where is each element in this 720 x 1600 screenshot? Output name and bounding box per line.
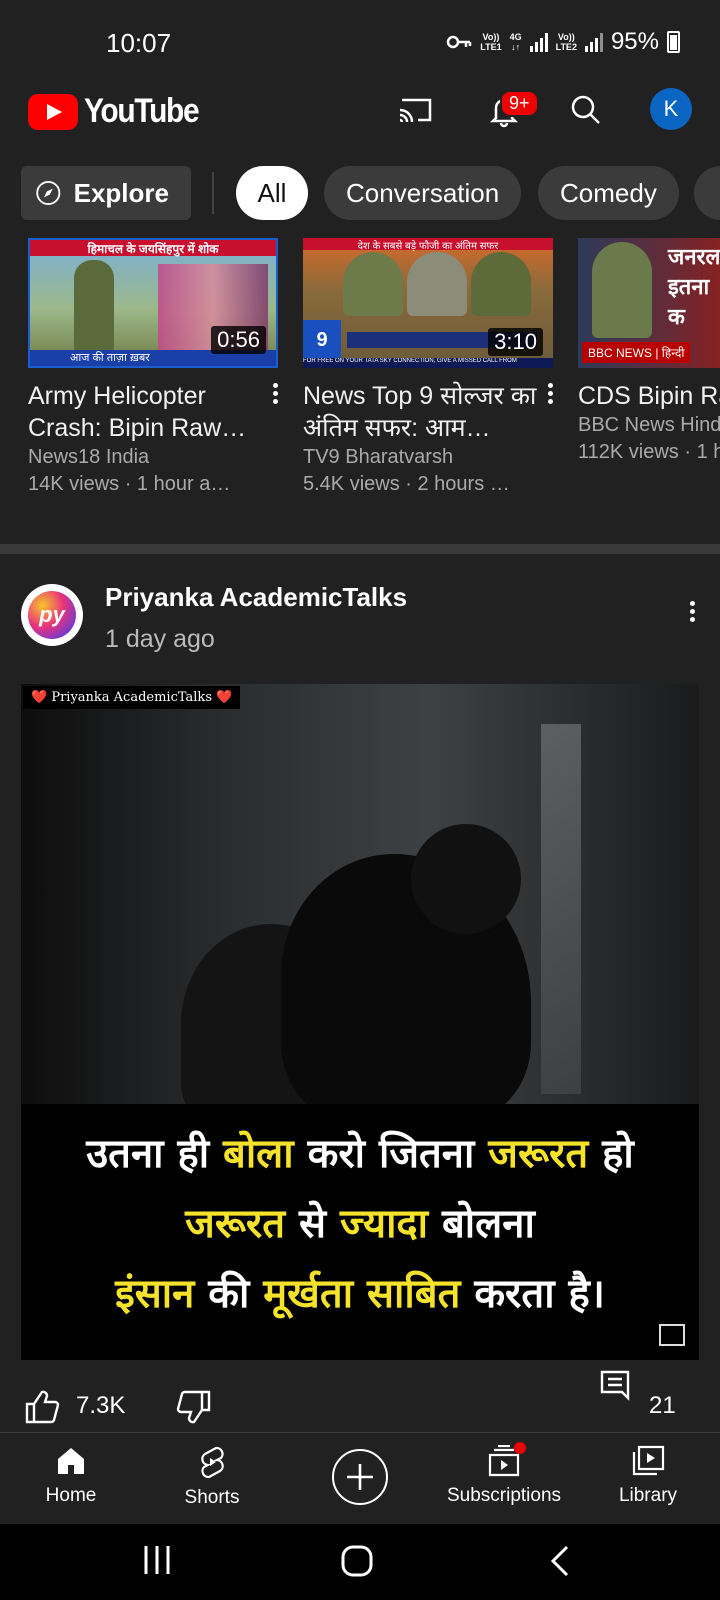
news-video-card[interactable]: हिमाचल के जयसिंहपुर में शोक आज की ताज़ा … [28,238,278,498]
video-title[interactable]: CDS Bipin Rawat Chopper Crash [578,380,720,412]
back-icon[interactable] [548,1544,572,1578]
signal-1-icon [529,32,548,52]
quote-line-3: इंसान की मूर्खता साबित करता है। [115,1271,605,1317]
filter-chips: Explore All Conversation Comedy [0,166,720,222]
sim2-label: Vo)) LTE2 [555,32,577,52]
window-light [541,724,581,1094]
comment-count: 21 [649,1392,676,1419]
video-meta: 112K views · 1 hour ago [578,441,720,463]
video-title[interactable]: Army Helicopter Crash: Bipin Raw… [28,380,268,444]
person-head [411,824,521,934]
thumb-footer: FOR FREE ON YOUR TATA SKY CONNECTION, GI… [303,358,553,368]
chip-next[interactable] [694,166,720,220]
explore-chip[interactable]: Explore [21,166,191,220]
home-icon [58,1448,84,1474]
logo-text: YouTube [84,92,200,130]
like-count: 7.3K [76,1392,126,1419]
sim1-label: Vo)) LTE1 [480,32,502,52]
notification-badge: 9+ [500,90,539,117]
recent-apps-icon[interactable] [142,1544,172,1576]
subscriptions-notification-dot [514,1442,526,1454]
video-title[interactable]: News Top 9 सोल्जर का अंतिम सफर: आम… [303,380,543,444]
battery-percent: 95% [610,28,659,55]
like-icon[interactable] [24,1390,60,1424]
account-avatar[interactable]: K [650,88,692,130]
nav-library-label: Library [618,1485,678,1506]
tv9-logo: 9 [303,320,341,360]
nav-subscriptions[interactable]: Subscriptions [434,1445,574,1507]
video-thumbnail[interactable]: देश के सबसे बड़े फौजी का अंतिम सफर 9 FOR… [303,238,553,368]
plus-icon [347,1464,373,1490]
thumb-headline: देश के सबसे बड़े फौजी का अंतिम सफर [303,238,553,252]
chip-conversation[interactable]: Conversation [324,166,522,220]
thumb-headline: हिमाचल के जयसिंहपुर में शोक [30,240,276,256]
video-duration: 0:56 [211,326,266,354]
post-time: 1 day ago [105,625,215,653]
post-channel-name[interactable]: Priyanka AcademicTalks [105,582,407,613]
more-options-icon[interactable] [263,380,287,410]
chip-divider [212,172,214,214]
home-button-icon[interactable] [340,1544,374,1578]
officer-portrait [471,252,531,316]
news-video-card[interactable]: जनरल इतना क BBC NEWS | हिन्दी CDS Bipin … [578,238,720,466]
create-button[interactable] [332,1449,388,1505]
post-watermark: ❤️ Priyanka AcademicTalks ❤️ [23,686,241,709]
officer-portrait [343,252,403,316]
section-separator [0,544,720,554]
search-icon[interactable] [566,90,606,130]
youtube-logo[interactable]: YouTube [28,92,214,131]
vpn-key-icon [447,35,472,49]
youtube-play-icon [28,93,78,130]
chip-all[interactable]: All [236,166,308,220]
officer-portrait [407,252,467,316]
video-meta: 5.4K views · 2 hours … [303,473,510,495]
channel-name[interactable]: TV9 Bharatvarsh [303,444,553,471]
quote-line-1: उतना ही बोला करो जितना जरूरत हो [86,1131,634,1177]
video-duration: 3:10 [488,328,543,356]
news-video-card[interactable]: देश के सबसे बड़े फौजी का अंतिम सफर 9 FOR… [303,238,553,498]
post-actions: 7.3K 21 [0,1370,720,1430]
nav-library[interactable]: Library [578,1445,718,1507]
explore-label: Explore [73,177,169,208]
comments-icon[interactable] [600,1370,632,1410]
thumb-headline: जनरल इतना क [668,244,720,329]
system-navigation-bar [0,1524,720,1600]
shorts-icon [201,1446,224,1479]
app-header: YouTube [0,80,720,160]
soldier-figure [74,260,114,352]
thumb-footer: BBC NEWS | हिन्दी [582,342,691,363]
status-time: 10:07 [106,28,172,58]
video-thumbnail[interactable]: जनरल इतना क BBC NEWS | हिन्दी [578,238,720,368]
channel-name[interactable]: News18 India [28,444,278,471]
quote-line-2: जरूरत से ज्यादा बोलना [185,1201,535,1247]
post-image[interactable]: ❤️ Priyanka AcademicTalks ❤️ उतना ही बोल… [21,684,699,1360]
signal-2-icon [584,32,603,52]
compass-icon [36,180,61,206]
nav-shorts[interactable]: Shorts [142,1445,282,1509]
channel-avatar[interactable]: py [21,584,83,646]
bottom-navigation: Home Shorts Subscriptions Library [0,1432,720,1524]
library-icon [632,1445,665,1476]
officer-portrait [592,242,652,338]
nav-home[interactable]: Home [1,1445,141,1507]
dislike-icon[interactable] [176,1390,212,1424]
chip-comedy[interactable]: Comedy [538,166,679,220]
battery-icon [667,31,680,53]
video-meta: 14K views · 1 hour a… [28,473,231,495]
channel-avatar-logo: py [28,591,76,639]
nav-shorts-label: Shorts [184,1487,240,1508]
nav-home-label: Home [45,1485,97,1506]
status-icons: Vo)) LTE1 4G ↓↑ Vo)) LTE2 95% [446,28,680,56]
more-options-icon[interactable] [538,380,562,410]
video-thumbnail[interactable]: हिमाचल के जयसिंहपुर में शोक आज की ताज़ा … [28,238,278,368]
status-bar: 10:07 Vo)) LTE1 4G ↓↑ Vo)) LTE2 95% [0,0,720,80]
cast-icon[interactable] [396,90,436,130]
post-more-options-icon[interactable] [680,598,704,628]
nav-subscriptions-label: Subscriptions [446,1485,562,1506]
news-shelf: हिमाचल के जयसिंहपुर में शोक आज की ताज़ा … [0,238,720,534]
channel-name[interactable]: BBC News Hindi [578,412,720,439]
data-type-label: 4G ↓↑ [509,32,522,52]
image-indicator-icon [659,1324,685,1346]
